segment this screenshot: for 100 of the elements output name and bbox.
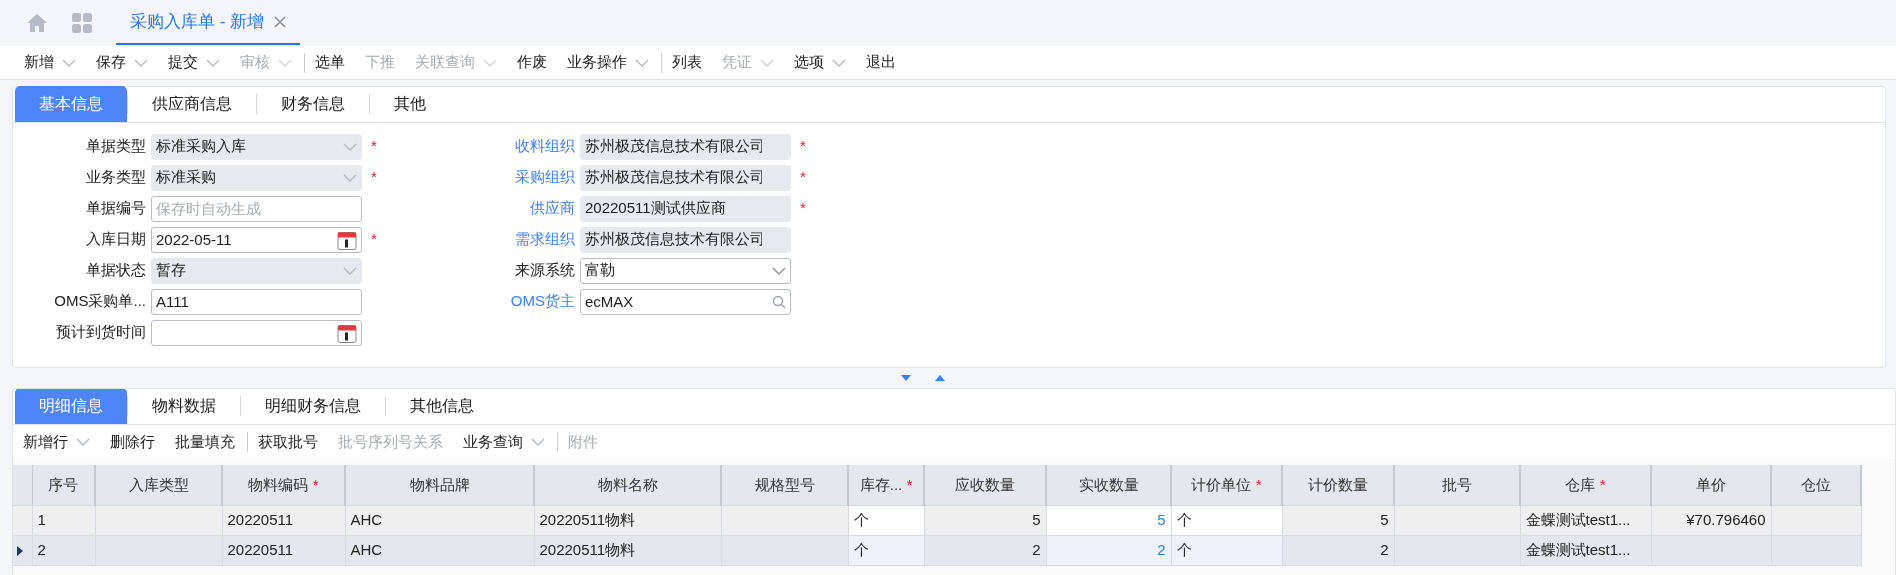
- toolbar-button[interactable]: 选单: [304, 52, 355, 73]
- dropdown-field[interactable]: 暂存: [151, 257, 362, 284]
- close-icon[interactable]: [274, 16, 287, 28]
- chevron-down-icon: [343, 173, 357, 182]
- toolbar-button[interactable]: 批量填充: [165, 426, 245, 458]
- toolbar-button[interactable]: 列表: [661, 52, 712, 73]
- table-cell: 20220511物料: [534, 535, 721, 565]
- field-label[interactable]: 收料组织: [386, 135, 580, 158]
- required-mark: *: [799, 198, 807, 219]
- date-field[interactable]: [151, 319, 362, 346]
- input-field[interactable]: 苏州极茂信息技术有限公司: [580, 133, 791, 160]
- input-field[interactable]: 保存时自动生成: [151, 195, 362, 222]
- field-label[interactable]: OMS货主: [386, 290, 580, 313]
- column-header: 单价: [1696, 475, 1726, 493]
- toolbar-button[interactable]: 新增行: [13, 426, 100, 458]
- tab[interactable]: 基本信息: [15, 86, 127, 122]
- toolbar-button[interactable]: 新增: [14, 46, 86, 79]
- column-header: 库存...: [859, 475, 903, 493]
- table-cell: 2: [1282, 535, 1394, 565]
- required-mark: *: [1599, 475, 1606, 493]
- table-cell[interactable]: 个: [1171, 505, 1282, 535]
- input-field[interactable]: 苏州极茂信息技术有限公司: [580, 226, 791, 253]
- table-cell: 5: [924, 505, 1046, 535]
- toolbar-button[interactable]: 提交: [158, 46, 230, 79]
- chevron-down-icon: [206, 58, 220, 67]
- required-mark: *: [799, 167, 807, 188]
- triangle-up-icon[interactable]: [935, 375, 945, 381]
- table-cell: 20220511: [222, 505, 345, 535]
- toolbar-button[interactable]: 获取批号: [247, 432, 328, 452]
- tab[interactable]: 其他: [370, 86, 450, 122]
- input-field[interactable]: 苏州极茂信息技术有限公司: [580, 164, 791, 191]
- dropdown-field[interactable]: 富勒: [580, 257, 791, 284]
- field-label: 来源系统: [514, 260, 576, 281]
- column-header: 应收数量: [955, 475, 1015, 493]
- dropdown-field[interactable]: 标准采购入库: [151, 133, 362, 160]
- chevron-down-icon: [832, 58, 846, 67]
- search-icon[interactable]: [772, 294, 786, 309]
- table-cell: 20220511: [222, 535, 345, 565]
- column-header: 计价数量: [1308, 475, 1368, 493]
- tab[interactable]: 财务信息: [257, 86, 369, 122]
- column-header: 物料品牌: [409, 475, 470, 493]
- field-label[interactable]: 采购组织: [386, 166, 580, 189]
- field-label: OMS采购单...: [53, 291, 147, 312]
- column-header: 仓库: [1565, 475, 1596, 493]
- toolbar-button[interactable]: 退出: [856, 46, 906, 79]
- home-icon[interactable]: [26, 13, 48, 33]
- field-label[interactable]: 供应商: [386, 197, 580, 220]
- tab[interactable]: 明细信息: [15, 389, 127, 424]
- calendar-icon[interactable]: [337, 229, 357, 250]
- date-field[interactable]: 2022-05-11: [151, 226, 362, 253]
- field-label: 预计到货时间: [55, 322, 147, 343]
- table-row[interactable]: 2 20220511 AHC 20220511物料 个 2 2 个 2 金蝶测试test1...: [13, 535, 1861, 565]
- grid-icon[interactable]: [72, 13, 92, 33]
- calendar-icon[interactable]: [337, 322, 357, 343]
- input-field[interactable]: A111: [151, 288, 362, 315]
- tab[interactable]: 供应商信息: [128, 86, 256, 122]
- column-header: 规格型号: [754, 475, 815, 493]
- lookup-field[interactable]: ecMAX: [580, 288, 791, 315]
- column-header: 物料名称: [597, 475, 658, 493]
- tab[interactable]: 其他信息: [386, 389, 498, 424]
- tab[interactable]: 明细财务信息: [241, 389, 385, 424]
- chevron-down-icon: [278, 58, 292, 67]
- table-cell: 5: [1282, 505, 1394, 535]
- input-field[interactable]: 20220511测试供应商: [580, 195, 791, 222]
- required-mark: *: [370, 167, 378, 188]
- chevron-down-icon: [635, 58, 649, 67]
- field-label: 业务类型: [85, 167, 147, 188]
- toolbar-button[interactable]: 选项: [784, 46, 856, 79]
- required-mark: *: [799, 136, 807, 157]
- column-header: 实收数量: [1078, 475, 1139, 493]
- table-cell: 20220511物料: [534, 505, 721, 535]
- tab[interactable]: 物料数据: [128, 389, 240, 424]
- required-mark: *: [1255, 475, 1262, 493]
- required-mark: *: [370, 229, 378, 250]
- triangle-down-icon[interactable]: [901, 375, 911, 381]
- column-header: 物料编码: [248, 475, 309, 493]
- required-mark: *: [312, 475, 319, 493]
- chevron-down-icon: [62, 58, 76, 67]
- table-cell[interactable]: 2: [1046, 535, 1171, 565]
- table-row[interactable]: 1 20220511 AHC 20220511物料 个 5 5 个 5 金蝶测试test1... ¥70.796460: [13, 505, 1861, 535]
- toolbar-button[interactable]: 作废: [507, 46, 557, 79]
- toolbar-button[interactable]: 业务查询: [453, 426, 555, 458]
- table-cell: AHC: [345, 535, 534, 565]
- toolbar-button[interactable]: 删除行: [100, 426, 165, 458]
- chevron-down-icon: [483, 58, 497, 67]
- toolbar-button[interactable]: 保存: [86, 46, 158, 79]
- table-cell[interactable]: 个: [848, 535, 924, 565]
- row-pointer-icon: [17, 545, 23, 556]
- dropdown-field[interactable]: 标准采购: [151, 164, 362, 191]
- field-label: 单据类型: [85, 136, 147, 157]
- toolbar-button[interactable]: 业务操作: [557, 46, 659, 79]
- chevron-down-icon: [772, 266, 786, 275]
- field-label[interactable]: 需求组织: [386, 228, 580, 251]
- table-cell: 1: [32, 505, 95, 535]
- chevron-down-icon: [134, 58, 148, 67]
- table-cell: 2: [32, 535, 95, 565]
- field-label: 单据状态: [85, 260, 147, 281]
- table-cell[interactable]: 5: [1046, 505, 1171, 535]
- table-cell[interactable]: 个: [848, 505, 924, 535]
- table-cell[interactable]: 个: [1171, 535, 1282, 565]
